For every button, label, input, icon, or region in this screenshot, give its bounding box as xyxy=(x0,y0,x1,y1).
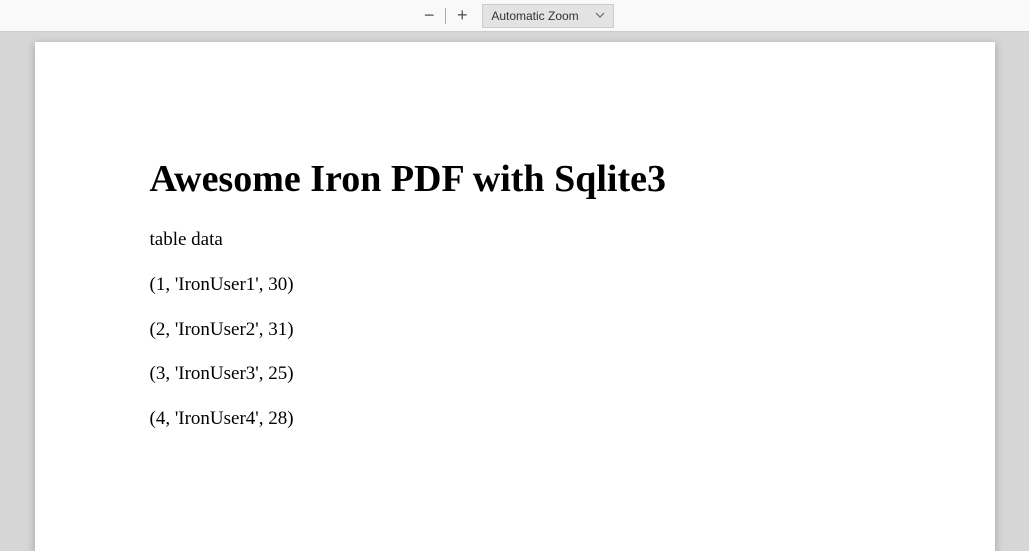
table-row: (4, 'IronUser4', 28) xyxy=(150,408,880,431)
chevron-down-icon xyxy=(595,10,605,21)
table-row: (3, 'IronUser3', 25) xyxy=(150,363,880,386)
pdf-viewer-area[interactable]: Awesome Iron PDF with Sqlite3 table data… xyxy=(0,32,1029,551)
document-subtitle: table data xyxy=(150,229,880,252)
zoom-divider xyxy=(445,8,446,24)
zoom-in-button[interactable]: + xyxy=(448,4,476,28)
zoom-controls: − + Automatic Zoom xyxy=(415,4,613,28)
zoom-select-label: Automatic Zoom xyxy=(491,9,578,23)
pdf-page: Awesome Iron PDF with Sqlite3 table data… xyxy=(35,42,995,551)
table-row: (1, 'IronUser1', 30) xyxy=(150,274,880,297)
table-row: (2, 'IronUser2', 31) xyxy=(150,319,880,342)
zoom-out-button[interactable]: − xyxy=(415,4,443,28)
pdf-toolbar: − + Automatic Zoom xyxy=(0,0,1029,32)
document-title: Awesome Iron PDF with Sqlite3 xyxy=(150,157,880,201)
zoom-level-select[interactable]: Automatic Zoom xyxy=(482,4,613,28)
